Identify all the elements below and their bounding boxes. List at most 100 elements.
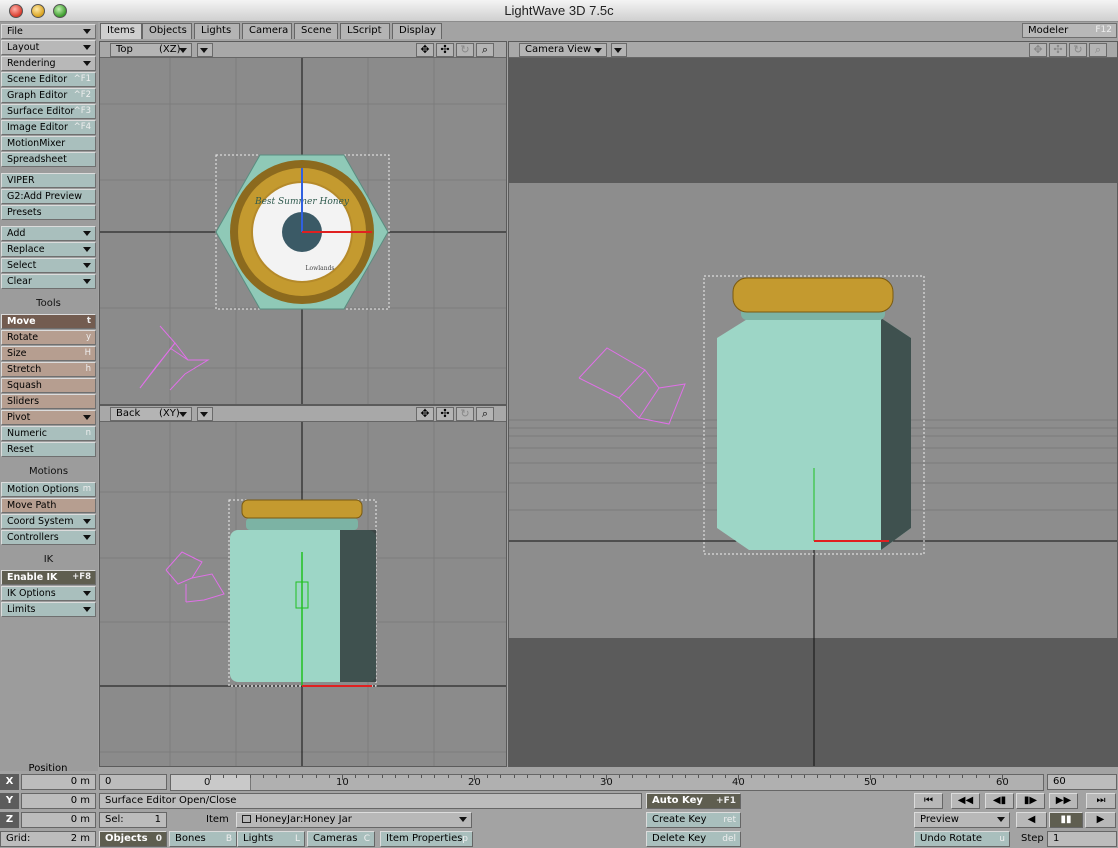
step-field[interactable]: 1 <box>1047 831 1117 847</box>
move-icon[interactable]: ✥ <box>1029 43 1047 57</box>
view-type-dropdown[interactable]: Top (XZ) <box>110 43 192 57</box>
move-path-button[interactable]: Move Path <box>1 498 96 513</box>
tab-lights[interactable]: Lights <box>194 23 240 39</box>
create-key-button[interactable]: Create Key ret <box>646 812 741 828</box>
zoom-icon[interactable]: ⌕ <box>476 407 494 421</box>
zoom-icon[interactable]: ⌕ <box>476 43 494 57</box>
ik-options-menu[interactable]: IK Options <box>1 586 96 601</box>
numeric-button[interactable]: Numeric n <box>1 426 96 441</box>
y-position-field[interactable]: 0 m <box>21 793 96 809</box>
next-frame-icon[interactable]: ▮▶ <box>1016 793 1045 809</box>
view-options-dropdown[interactable] <box>611 43 627 57</box>
next-key-icon[interactable]: ▶▶ <box>1049 793 1078 809</box>
enable-ik-button[interactable]: Enable IK +F8 <box>1 570 96 585</box>
motionmixer-button[interactable]: MotionMixer <box>1 136 96 151</box>
scene-editor-button[interactable]: Scene Editor ^F1 <box>1 72 96 87</box>
view-type-dropdown[interactable]: Back (XY) <box>110 407 192 421</box>
rotate-icon[interactable]: ↻ <box>456 407 474 421</box>
pan-icon[interactable]: ✣ <box>436 407 454 421</box>
tab-lscript[interactable]: LScript <box>340 23 390 39</box>
timeline-tick-mark <box>843 775 845 778</box>
bones-mode-button[interactable]: Bones B <box>169 831 237 847</box>
view-options-dropdown[interactable] <box>197 407 213 421</box>
z-position-field[interactable]: 0 m <box>21 812 96 828</box>
g2-add-preview-button[interactable]: G2:Add Preview <box>1 189 96 204</box>
objects-mode-button[interactable]: Objects 0 <box>99 831 167 847</box>
tab-objects[interactable]: Objects <box>142 23 192 39</box>
top-viewport[interactable]: Top (XZ) ✥ ✣ ↻ ⌕ Best Summer Honey Lowlan… <box>99 41 507 405</box>
file-menu[interactable]: File <box>1 24 96 39</box>
timeline-tick-mark <box>592 775 594 778</box>
undo-button[interactable]: Undo Rotate u <box>914 831 1010 847</box>
grid-size-field[interactable]: Grid: 2 m <box>0 831 96 847</box>
move-icon[interactable]: ✥ <box>416 407 434 421</box>
presets-button[interactable]: Presets <box>1 205 96 220</box>
move-icon[interactable]: ✥ <box>416 43 434 57</box>
play-forward-icon[interactable]: ▶ <box>1085 812 1116 828</box>
replace-menu[interactable]: Replace <box>1 242 96 257</box>
coord-system-menu[interactable]: Coord System <box>1 514 96 529</box>
graph-editor-button[interactable]: Graph Editor ^F2 <box>1 88 96 103</box>
tab-scene[interactable]: Scene <box>294 23 338 39</box>
timeline-slider[interactable]: 0 10 20 30 40 50 60 <box>170 774 1044 791</box>
timeline-tick-mark <box>856 775 858 778</box>
spreadsheet-button[interactable]: Spreadsheet <box>1 152 96 167</box>
tab-camera[interactable]: Camera <box>242 23 292 39</box>
top-viewport-canvas: Best Summer Honey Lowlands <box>100 58 506 404</box>
surface-editor-button[interactable]: Surface Editor ^F3 <box>1 104 96 119</box>
preview-dropdown[interactable]: Preview <box>914 812 1010 828</box>
zoom-icon[interactable]: ⌕ <box>1089 43 1107 57</box>
play-backward-icon[interactable]: ◀ <box>1016 812 1047 828</box>
stretch-tool-button[interactable]: Stretch h <box>1 362 96 377</box>
camera-viewport[interactable]: Camera View ✥ ✣ ↻ ⌕ <box>508 41 1118 767</box>
pause-icon[interactable]: ▮▮ <box>1049 812 1083 828</box>
end-frame-field[interactable]: 60 <box>1047 774 1117 790</box>
rotate-icon[interactable]: ↻ <box>1069 43 1087 57</box>
limits-menu[interactable]: Limits <box>1 602 96 617</box>
chevron-down-icon <box>83 61 91 66</box>
back-viewport[interactable]: Back (XY) ✥ ✣ ↻ ⌕ <box>99 405 507 767</box>
rendering-menu[interactable]: Rendering <box>1 56 96 71</box>
timeline-tick-mark <box>447 775 449 778</box>
controllers-menu[interactable]: Controllers <box>1 530 96 545</box>
delete-key-button[interactable]: Delete Key del <box>646 831 741 847</box>
sliders-button[interactable]: Sliders <box>1 394 96 409</box>
view-options-dropdown[interactable] <box>197 43 213 57</box>
squash-tool-button[interactable]: Squash <box>1 378 96 393</box>
rotate-icon[interactable]: ↻ <box>456 43 474 57</box>
item-properties-button[interactable]: Item Properties p <box>380 831 473 847</box>
viper-button[interactable]: VIPER <box>1 173 96 188</box>
pivot-menu[interactable]: Pivot <box>1 410 96 425</box>
add-menu[interactable]: Add <box>1 226 96 241</box>
tab-items[interactable]: Items <box>100 23 142 39</box>
tab-display[interactable]: Display <box>392 23 442 39</box>
layout-menu[interactable]: Layout <box>1 40 96 55</box>
pan-icon[interactable]: ✣ <box>1049 43 1067 57</box>
prev-frame-icon[interactable]: ◀▮ <box>985 793 1014 809</box>
last-frame-icon[interactable]: ⏭ <box>1086 793 1116 809</box>
pan-icon[interactable]: ✣ <box>436 43 454 57</box>
timeline-tick-mark <box>988 775 990 778</box>
modeler-button[interactable]: Modeler F12 <box>1022 23 1117 38</box>
select-menu[interactable]: Select <box>1 258 96 273</box>
start-frame-field[interactable]: 0 <box>99 774 167 790</box>
view-type-dropdown[interactable]: Camera View <box>519 43 607 57</box>
timeline-knob[interactable] <box>171 775 251 790</box>
prev-key-icon[interactable]: ◀◀ <box>951 793 980 809</box>
bottom-panel: Position X 0 m Y 0 m Z 0 m Grid: 2 m 0 01… <box>0 763 1118 848</box>
first-frame-icon[interactable]: ⏮ <box>914 793 943 809</box>
move-tool-button[interactable]: Move t <box>1 314 96 329</box>
image-editor-button[interactable]: Image Editor ^F4 <box>1 120 96 135</box>
cameras-mode-button[interactable]: Cameras C <box>307 831 375 847</box>
lights-mode-button[interactable]: Lights L <box>237 831 305 847</box>
motion-options-button[interactable]: Motion Options m <box>1 482 96 497</box>
x-position-field[interactable]: 0 m <box>21 774 96 790</box>
size-tool-button[interactable]: Size H <box>1 346 96 361</box>
auto-key-button[interactable]: Auto Key +F1 <box>646 793 741 809</box>
current-item-dropdown[interactable]: HoneyJar:Honey Jar <box>236 812 472 828</box>
timeline-tick-mark <box>817 775 819 778</box>
reset-button[interactable]: Reset <box>1 442 96 457</box>
motions-header: Motions <box>28 466 69 477</box>
rotate-tool-button[interactable]: Rotate y <box>1 330 96 345</box>
clear-menu[interactable]: Clear <box>1 274 96 289</box>
